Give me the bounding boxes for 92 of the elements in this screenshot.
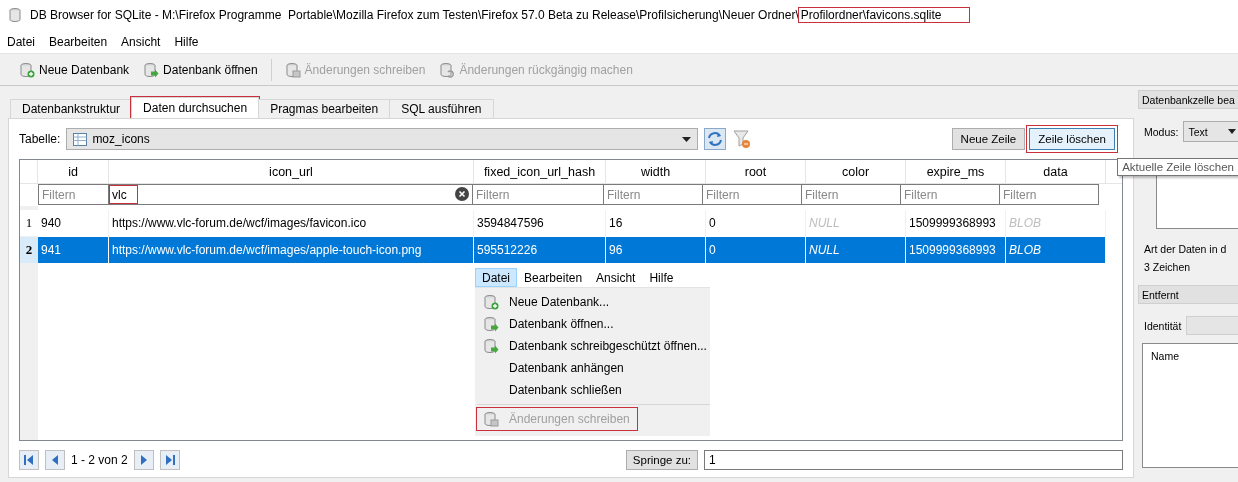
menu-entry[interactable]: Datenbank schließen	[477, 379, 710, 401]
filter-field[interactable]: Filtern	[999, 184, 1099, 205]
mode-dropdown[interactable]: Text	[1183, 121, 1238, 142]
remote-list[interactable]: Name	[1142, 343, 1238, 468]
database-icon	[8, 7, 24, 23]
row-number[interactable]: 1	[20, 210, 38, 236]
menu-entry[interactable]: Datenbank schreibgeschützt öffnen...	[477, 335, 710, 357]
menu-entry[interactable]: Datenbank anhängen	[477, 357, 710, 379]
table-cell: 3594847596	[474, 210, 606, 236]
column-header[interactable]: id	[38, 160, 109, 183]
menu-entry[interactable]: Neue Datenbank...	[477, 291, 710, 313]
menu-entry[interactable]: Datenbank öffnen...	[477, 313, 710, 335]
window-title: DB Browser for SQLite - M:\Firefox Programme Portable\Mozilla Firefox zum Testen\Firefox 57.0 Beta zu Release\Profilsicherung\Neuer Ordner\	[30, 8, 799, 22]
row-button[interactable]: Neue Zeile	[951, 128, 1026, 150]
skip-arrow-icon	[163, 454, 176, 466]
menu-item[interactable]: Bearbeiten	[517, 268, 590, 287]
menu-item[interactable]: Hilfe	[642, 268, 681, 287]
menu-item[interactable]: Ansicht	[589, 268, 643, 287]
toolbar-button[interactable]: Datenbank öffnen	[138, 58, 263, 81]
table-cell: 96	[606, 237, 706, 263]
goto-button[interactable]: Springe zu:	[625, 450, 698, 470]
goto-field[interactable]: 1	[704, 450, 1123, 470]
data-type-label: Art der Daten in d	[1143, 243, 1228, 255]
column-header[interactable]: data	[1006, 160, 1106, 183]
table-cell: NULL	[806, 237, 906, 263]
table-cell: 0	[706, 237, 806, 263]
menu-item[interactable]: Datei	[0, 34, 42, 49]
refresh-icon[interactable]	[704, 128, 727, 150]
database-arrow-icon	[483, 316, 499, 332]
table-cell: 1509999368993	[906, 210, 1006, 236]
tab[interactable]: Datenbankstruktur	[10, 99, 133, 118]
menu-item[interactable]: Datei	[475, 268, 517, 287]
table-cell: 940	[38, 210, 109, 236]
window-title: Profilordner\favicons.sqlite	[798, 8, 970, 22]
table-cell: 595512226	[474, 237, 606, 263]
database-arrow-icon	[143, 61, 160, 78]
table-cell: BLOB	[1006, 210, 1106, 236]
table-dropdown[interactable]: moz_icons	[66, 128, 699, 150]
table-label: Tabelle:	[19, 132, 61, 146]
filter-clear-icon[interactable]	[732, 128, 753, 150]
toolbar-button[interactable]: Neue Datenbank	[14, 58, 135, 81]
caret-icon	[682, 136, 692, 142]
database-arrow-icon	[483, 338, 499, 354]
row-button[interactable]: Zeile löschen	[1029, 128, 1115, 150]
caret-icon	[1228, 129, 1236, 134]
filter-field[interactable]: Filtern	[603, 184, 703, 205]
tooltip: Aktuelle Zeile löschen	[1117, 158, 1238, 176]
table-cell: https://www.vlc-forum.de/wcf/images/apple-touch-icon.png	[109, 237, 474, 263]
size-label: 3 Zeichen	[1143, 261, 1192, 273]
column-header[interactable]: root	[706, 160, 806, 183]
table-cell: https://www.vlc-forum.de/wcf/images/favicon.ico	[109, 210, 474, 236]
mode-label: Modus:	[1144, 125, 1179, 138]
tab[interactable]: Pragmas bearbeiten	[258, 99, 391, 118]
filter-field[interactable]: Filtern	[38, 184, 109, 205]
table-cell: NULL	[806, 210, 906, 236]
menu-item[interactable]: Bearbeiten	[42, 34, 115, 49]
filter-field[interactable]: Filtern	[702, 184, 802, 205]
dock-title: Entfernt	[1138, 285, 1238, 304]
row-number[interactable]: 2	[20, 237, 38, 263]
column-header[interactable]: icon_url	[109, 160, 474, 183]
table-icon	[73, 132, 88, 146]
database-plus-icon	[19, 61, 35, 78]
tab[interactable]: Daten durchsuchen	[131, 97, 260, 118]
menu-item[interactable]: Hilfe	[167, 34, 206, 49]
column-header[interactable]: fixed_icon_url_hash	[474, 160, 606, 183]
list-header: Name	[1151, 350, 1179, 362]
menu-item[interactable]: Ansicht	[114, 34, 168, 49]
table-cell: 0	[706, 210, 806, 236]
identity-label: Identität	[1144, 319, 1182, 332]
table-cell: 16	[606, 210, 706, 236]
database-undo-icon	[439, 61, 456, 78]
table-cell: 941	[38, 237, 109, 263]
dock-title: Datenbankzelle bea	[1138, 90, 1238, 109]
filter-field[interactable]: vlc	[108, 184, 473, 205]
column-header[interactable]: expire_ms	[906, 160, 1006, 183]
database-plus-icon	[483, 294, 499, 310]
last-page-button[interactable]	[159, 450, 180, 470]
skip-arrow-icon	[23, 454, 35, 466]
first-page-button[interactable]	[19, 450, 39, 470]
filter-field[interactable]: Filtern	[900, 184, 1000, 205]
table-cell: BLOB	[1006, 237, 1106, 263]
table-cell: 1509999368993	[906, 237, 1006, 263]
column-header[interactable]: color	[806, 160, 906, 183]
page-range: 1 - 2 von 2	[71, 453, 128, 467]
column-header[interactable]: width	[606, 160, 706, 183]
tab[interactable]: SQL ausführen	[389, 99, 494, 118]
previous-page-button[interactable]	[45, 450, 65, 470]
identity-field[interactable]	[1186, 316, 1238, 335]
filter-field[interactable]: Filtern	[801, 184, 901, 205]
next-page-button[interactable]	[133, 450, 154, 470]
filter-field[interactable]: Filtern	[472, 184, 604, 205]
clear-icon[interactable]	[455, 187, 469, 201]
